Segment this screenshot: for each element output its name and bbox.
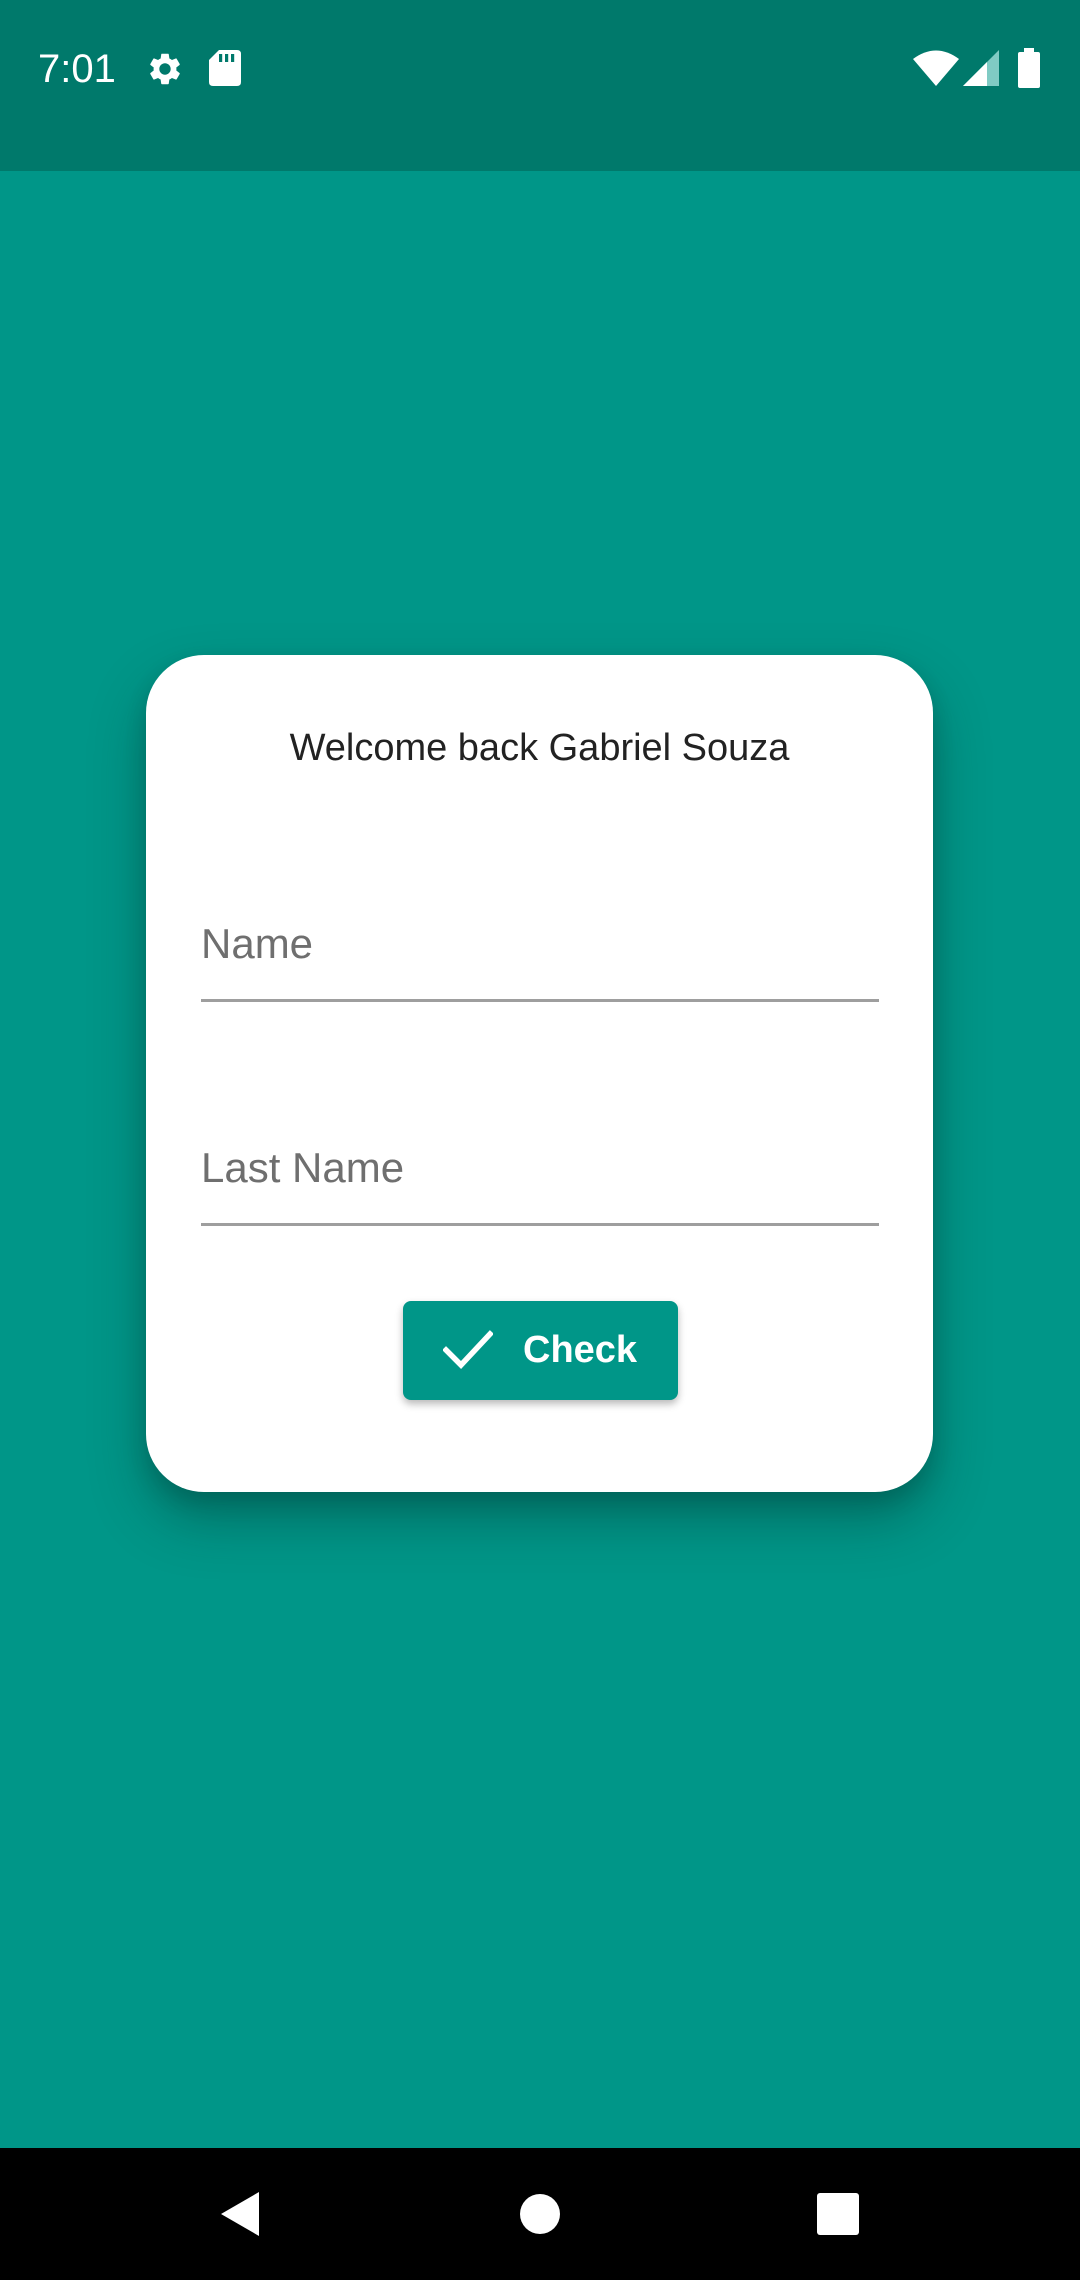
- name-input[interactable]: [201, 889, 879, 999]
- battery-icon: [1018, 48, 1040, 88]
- back-icon[interactable]: [185, 2148, 295, 2280]
- check-button[interactable]: Check: [403, 1301, 678, 1400]
- gear-icon: [150, 53, 180, 85]
- home-icon[interactable]: [485, 2148, 595, 2280]
- welcome-text: Welcome back Gabriel Souza: [289, 727, 790, 769]
- status-time: 7:01: [38, 47, 116, 91]
- status-bar: 7:01: [0, 0, 1080, 171]
- last-name-field[interactable]: [201, 1113, 879, 1226]
- check-button-label: Check: [523, 1329, 638, 1371]
- last-name-input[interactable]: [201, 1113, 879, 1223]
- sdcard-icon: [209, 50, 241, 86]
- login-card: Welcome back Gabriel Souza Check: [146, 655, 933, 1492]
- check-icon: [443, 1330, 493, 1369]
- recents-icon[interactable]: [783, 2148, 893, 2280]
- name-field[interactable]: [201, 889, 879, 1002]
- signal-icon: [963, 50, 999, 86]
- wifi-icon: [913, 50, 959, 86]
- navigation-bar: [0, 2148, 1080, 2280]
